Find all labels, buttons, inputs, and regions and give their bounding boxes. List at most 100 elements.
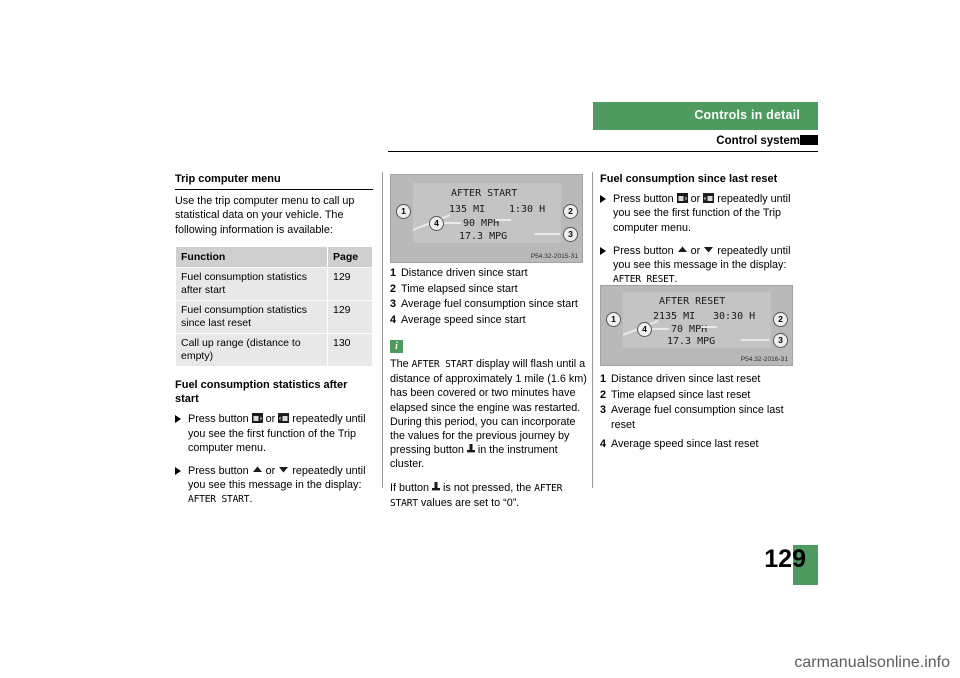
note-p1-display: AFTER START: [411, 359, 474, 370]
reset-button-icon: [432, 481, 441, 492]
bullet-or-2: or: [265, 465, 276, 478]
arrow-down-button-icon: [278, 464, 289, 478]
list-item: 3 Average fuel consumption since start: [390, 297, 590, 312]
legend-after-start: 1 Distance driven since start 2 Time ela…: [390, 266, 590, 327]
list-item: Press button or repeatedly until you see…: [600, 192, 800, 235]
watermark: carmanualsonline.info: [794, 654, 950, 671]
display-time-1: 1:30 H: [509, 204, 546, 215]
table-row: Fuel consumption statistics after start …: [175, 267, 373, 302]
fuel-consumption-since-reset-heading: Fuel consumption since last reset: [600, 173, 778, 185]
header-subtitle: Control system: [716, 135, 800, 147]
display-speed-1: 90 MPH: [463, 218, 500, 229]
callout-4b: 4: [637, 322, 652, 337]
legend-number: 1: [390, 267, 397, 279]
table-cell-page: 129: [327, 300, 373, 335]
bullet-text-before: Press button: [188, 413, 249, 426]
legend-text: Distance driven since start: [401, 267, 528, 279]
arrow-up-glyph-svg-c3: [677, 246, 687, 252]
arrow-down-glyph-svg-c3: [704, 246, 714, 253]
bullet-triangle-icon: [175, 415, 181, 424]
page-number: 129: [764, 545, 806, 573]
display-consumption-1: 17.3 MPG: [459, 231, 508, 242]
trip-computer-menu-heading: Trip computer menu: [175, 172, 373, 191]
note-p2-a: If button: [390, 481, 430, 494]
fuel-stats-after-start-heading: Fuel consumption statistics after start: [175, 379, 348, 406]
bullet-triangle-icon: [175, 467, 181, 476]
instrument-display-illustration-after-start: AFTER START 135 MI 1:30 H 90 MPH 17.3 MP…: [390, 174, 583, 263]
table-header-row: Function Page: [175, 245, 373, 269]
col3-bullet-list: Press button or repeatedly until you see…: [600, 192, 800, 287]
info-icon: i: [390, 340, 403, 353]
bullet-text-before: Press button: [613, 193, 674, 206]
callout-4: 4: [429, 216, 444, 231]
table-row: Fuel consumption statistics since last r…: [175, 300, 373, 335]
display-left-glyph-svg-c3: [676, 194, 688, 204]
legend-number: 4: [600, 438, 607, 450]
arrow-up-button-icon: [677, 244, 688, 258]
display-right-glyph-svg-c3: [703, 194, 715, 204]
column-one: Trip computer menu Use the trip computer…: [175, 172, 373, 517]
callout-leader-3b: [741, 339, 769, 341]
arrow-up-glyph-svg: [252, 466, 262, 473]
table-cell-function: Fuel consumption statistics since last r…: [175, 300, 328, 335]
legend-text: Average fuel consumption since start: [401, 298, 578, 310]
callout-3: 3: [563, 227, 578, 242]
display-right-glyph-svg: [278, 414, 290, 424]
callout-leader-4: [441, 222, 461, 224]
function-page-table: Function Page Fuel consumption statistic…: [175, 245, 373, 368]
bullet-triangle-icon: [600, 246, 606, 255]
bullet-triangle-icon: [600, 195, 606, 204]
bullet-text-before: Press button: [188, 465, 249, 478]
display-right-button-icon: [703, 193, 715, 204]
note-p1-a: The: [390, 358, 412, 370]
legend-number: 3: [390, 298, 397, 310]
trip-computer-intro: Use the trip computer menu to call up st…: [175, 195, 355, 236]
note-p1-b: display will flash until a distance of a…: [390, 358, 587, 457]
legend-text: Average speed since last reset: [611, 438, 759, 450]
legend-text: Time elapsed since last reset: [611, 388, 751, 401]
legend-text: Distance driven since last reset: [611, 373, 761, 385]
note-p2-c: values are set to “0”.: [417, 496, 520, 509]
display-title-2: AFTER RESET: [659, 296, 726, 307]
legend-number: 3: [600, 404, 607, 416]
table-header-function: Function: [175, 245, 328, 269]
table-cell-page: 129: [327, 267, 373, 302]
table-cell-page: 130: [327, 333, 373, 368]
callout-leader-4b: [649, 328, 669, 330]
list-item: Press button or repeatedly until you see…: [175, 464, 373, 508]
bullet-display-value: AFTER START: [188, 494, 250, 506]
callout-1b: 1: [606, 312, 621, 327]
list-item: 2 Time elapsed since start: [390, 282, 590, 297]
legend-number: 2: [390, 282, 397, 295]
list-item: 2 Time elapsed since last reset: [600, 388, 800, 403]
column-three-legend-wrap: 1 Distance driven since last reset 2 Tim…: [600, 372, 800, 453]
display-left-button-icon: [676, 193, 688, 204]
list-item: 1 Distance driven since last reset: [600, 372, 800, 387]
list-item: 4 Average speed since last reset: [600, 437, 800, 452]
display-distance-2: 2135 MI: [653, 311, 696, 322]
legend-text: Average speed since start: [401, 313, 526, 326]
bullet-text-before: Press button: [613, 244, 674, 257]
callout-leader-2b: [701, 326, 717, 328]
bullet-or-1: or: [690, 193, 701, 206]
list-item: 1 Distance driven since start: [390, 266, 590, 281]
table-cell-function: Fuel consumption statistics after start: [175, 267, 328, 302]
display-consumption-2: 17.3 MPG: [667, 336, 716, 347]
legend-after-reset: 1 Distance driven since last reset 2 Tim…: [600, 372, 800, 452]
reset-button-glyph-svg: [466, 444, 475, 453]
illustration-code-2: P54.32-2016-31: [740, 356, 788, 363]
list-item: 3 Average fuel consumption since last re…: [600, 403, 800, 432]
column-divider-2: [592, 172, 593, 488]
arrow-down-button-icon: [703, 244, 714, 258]
display-right-button-icon: [278, 413, 290, 424]
table-row: Call up range (distance to empty) 130: [175, 333, 373, 368]
callout-2b: 2: [773, 312, 788, 327]
list-item: Press button or repeatedly until you see…: [600, 244, 800, 288]
display-distance-1: 135 MI: [449, 204, 486, 215]
instrument-display-illustration-after-reset: AFTER RESET 2135 MI 30:30 H 70 MPH 17.3 …: [600, 285, 793, 366]
bullet-display-value: AFTER RESET: [613, 274, 675, 286]
display-left-glyph-svg: [251, 414, 263, 424]
header-rule: [388, 151, 818, 152]
arrow-up-button-icon: [252, 464, 263, 478]
callout-2: 2: [563, 204, 578, 219]
